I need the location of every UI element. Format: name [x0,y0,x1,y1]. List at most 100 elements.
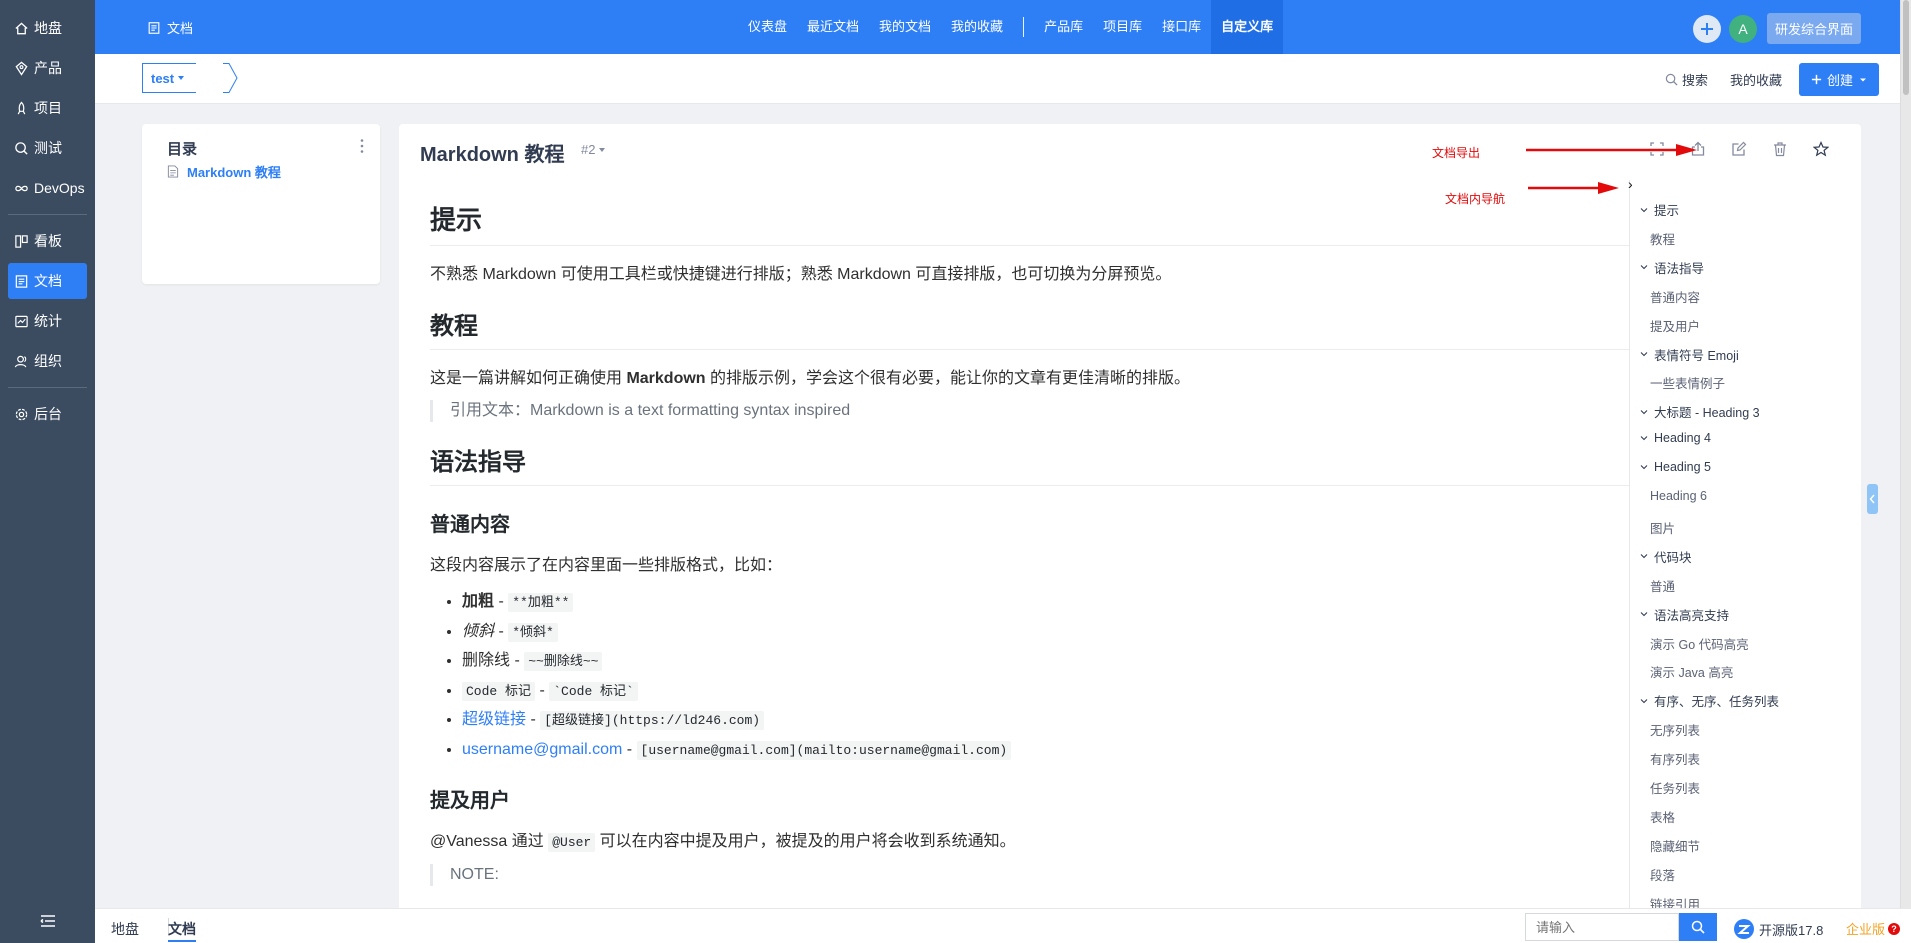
outline-item[interactable]: 图片 [1650,518,1675,537]
top-right-tools: A 研发综合界面 [1692,13,1861,44]
outline-item[interactable]: 有序、无序、任务列表 [1640,691,1779,710]
avatar[interactable]: A [1728,14,1757,43]
more-vertical-icon[interactable] [360,138,364,154]
dash: - [514,652,520,669]
outline-item-label: Heading 4 [1654,431,1711,446]
caret-down-icon [178,76,185,80]
nav-product-lib[interactable]: 产品库 [1034,0,1093,54]
favorite-button[interactable] [1811,139,1831,159]
search-label: 搜索 [1681,73,1708,88]
side-collapse-handle[interactable] [1867,484,1878,514]
catalog-item[interactable]: Markdown 教程 [167,162,281,181]
sidebar-item-dashboard[interactable]: 地盘 [8,10,87,46]
footer-search-input[interactable] [1525,913,1679,941]
page-scrollbar[interactable] [1900,0,1911,943]
inline-code: [超级链接](https://ld246.com) [540,711,765,730]
nav-api-lib[interactable]: 接口库 [1152,0,1211,54]
mail-link[interactable]: username@gmail.com [462,741,622,758]
outline-item[interactable]: 提及用户 [1650,316,1700,335]
favorites-link[interactable]: 我的收藏 [1730,70,1782,89]
footer-crumb-dashboard[interactable]: 地盘 [111,919,139,939]
menu-toggle-icon[interactable] [38,911,58,931]
outline-item[interactable]: Heading 4 [1640,431,1711,445]
paragraph: 不熟悉 Markdown 可使用工具栏或快捷键进行排版；熟悉 Markdown … [430,266,1172,283]
outline-item[interactable]: 语法指导 [1640,258,1704,277]
delete-button[interactable] [1770,139,1790,159]
outline-item[interactable]: 普通内容 [1650,287,1700,306]
edit-button[interactable] [1729,139,1749,159]
edition-label: 开源版17.8 [1759,922,1824,938]
sidebar-item-kanban[interactable]: 看板 [8,223,87,259]
library-selector[interactable]: test [142,63,197,93]
sidebar-item-devops[interactable]: DevOps [8,170,87,206]
edition-info[interactable]: 开源版17.8 [1733,918,1823,940]
nav-recent-docs[interactable]: 最近文档 [797,0,869,54]
sidebar-item-admin[interactable]: 后台 [8,396,87,432]
doc-title: Markdown 教程 [420,144,565,166]
chevron-down-icon [1640,409,1648,415]
bold-text: 加粗 [462,593,495,610]
outline-item[interactable]: Heading 5 [1640,460,1711,474]
outline-item[interactable]: 段落 [1650,865,1675,884]
nav-custom-lib[interactable]: 自定义库 [1211,0,1284,54]
vision-switch-button[interactable]: 研发综合界面 [1766,13,1861,44]
search-button[interactable]: 搜索 [1665,70,1708,89]
nav-dashboard[interactable]: 仪表盘 [738,0,797,54]
quick-create-button[interactable] [1692,14,1721,43]
version-selector[interactable]: #2 [581,142,606,157]
sidebar-item-org[interactable]: 组织 [8,343,87,379]
dash: - [539,681,545,699]
outline-item[interactable]: 演示 Go 代码高亮 [1650,634,1749,653]
inline-code: **加粗** [508,593,574,612]
outline-item[interactable]: 一些表情例子 [1650,373,1725,392]
top-nav: 仪表盘 最近文档 我的文档 我的收藏 产品库 项目库 接口库 自定义库 [738,0,1284,54]
create-button[interactable]: 创建 [1798,63,1879,96]
sidebar-item-test[interactable]: 测试 [8,130,87,166]
chevron-down-icon [1640,554,1648,559]
sidebar-item-label: 后台 [34,406,62,422]
sidebar-item-doc[interactable]: 文档 [8,263,87,299]
outline-item[interactable]: 表情符号 Emoji [1640,345,1739,364]
outline-item[interactable]: 提示 [1640,200,1679,219]
outline-item[interactable]: 演示 Java 高亮 [1650,662,1733,681]
nav-project-lib[interactable]: 项目库 [1093,0,1152,54]
outline-item[interactable]: 表格 [1650,807,1675,826]
outline-item[interactable]: Heading 6 [1650,489,1707,503]
doc-view-panel: Markdown 教程 #2 文档导出 文档内导航 提示 不熟悉 Markdow… [399,124,1861,934]
outline-item[interactable]: 普通 [1650,576,1675,595]
enterprise-link[interactable]: 企业版 ? [1846,919,1901,938]
sidebar-item-product[interactable]: 产品 [8,50,87,86]
outline-item-label: 大标题 - Heading 3 [1654,406,1760,421]
outline-item-label: 普通 [1650,579,1676,594]
outline-item[interactable]: 有序列表 [1650,749,1700,768]
doc-icon [15,274,28,288]
footer-search-button[interactable] [1679,913,1717,941]
scrollbar-thumb[interactable] [1903,0,1909,95]
footer-crumb-doc[interactable]: 文档 [168,919,196,942]
outline-item[interactable]: 无序列表 [1650,720,1700,739]
sidebar-item-stats[interactable]: 统计 [8,303,87,339]
file-icon [167,165,179,178]
sidebar-item-project[interactable]: 项目 [8,90,87,126]
outline-item[interactable]: 隐藏细节 [1650,836,1700,855]
outline-item-label: 代码块 [1654,550,1692,565]
outline-item[interactable]: 代码块 [1640,547,1692,566]
heading-mention: 提及用户 [430,789,510,812]
chevron-down-icon [1640,698,1648,704]
product-icon [15,61,28,76]
app-title[interactable]: 文档 [147,18,193,37]
outline-item-label: 无序列表 [1650,724,1701,739]
chart-icon [15,315,28,327]
outline-item[interactable]: 教程 [1650,229,1675,248]
nav-my-docs[interactable]: 我的文档 [869,0,941,54]
outline-item[interactable]: 语法高亮支持 [1640,605,1729,624]
list-item: username@gmail.com - [username@gmail.com… [462,739,1650,762]
annotation-arrow-icon [1526,144,1697,156]
nav-my-favorites[interactable]: 我的收藏 [941,0,1013,54]
outline-toggle-icon[interactable]: › [1628,176,1633,192]
hyperlink[interactable]: 超级链接 [462,711,526,728]
outline-item[interactable]: 大标题 - Heading 3 [1640,402,1760,421]
top-navbar: 文档 仪表盘 最近文档 我的文档 我的收藏 产品库 项目库 接口库 自定义库 A… [95,0,1911,54]
outline-item[interactable]: 任务列表 [1650,778,1700,797]
sidebar-item-label: 组织 [34,353,62,369]
